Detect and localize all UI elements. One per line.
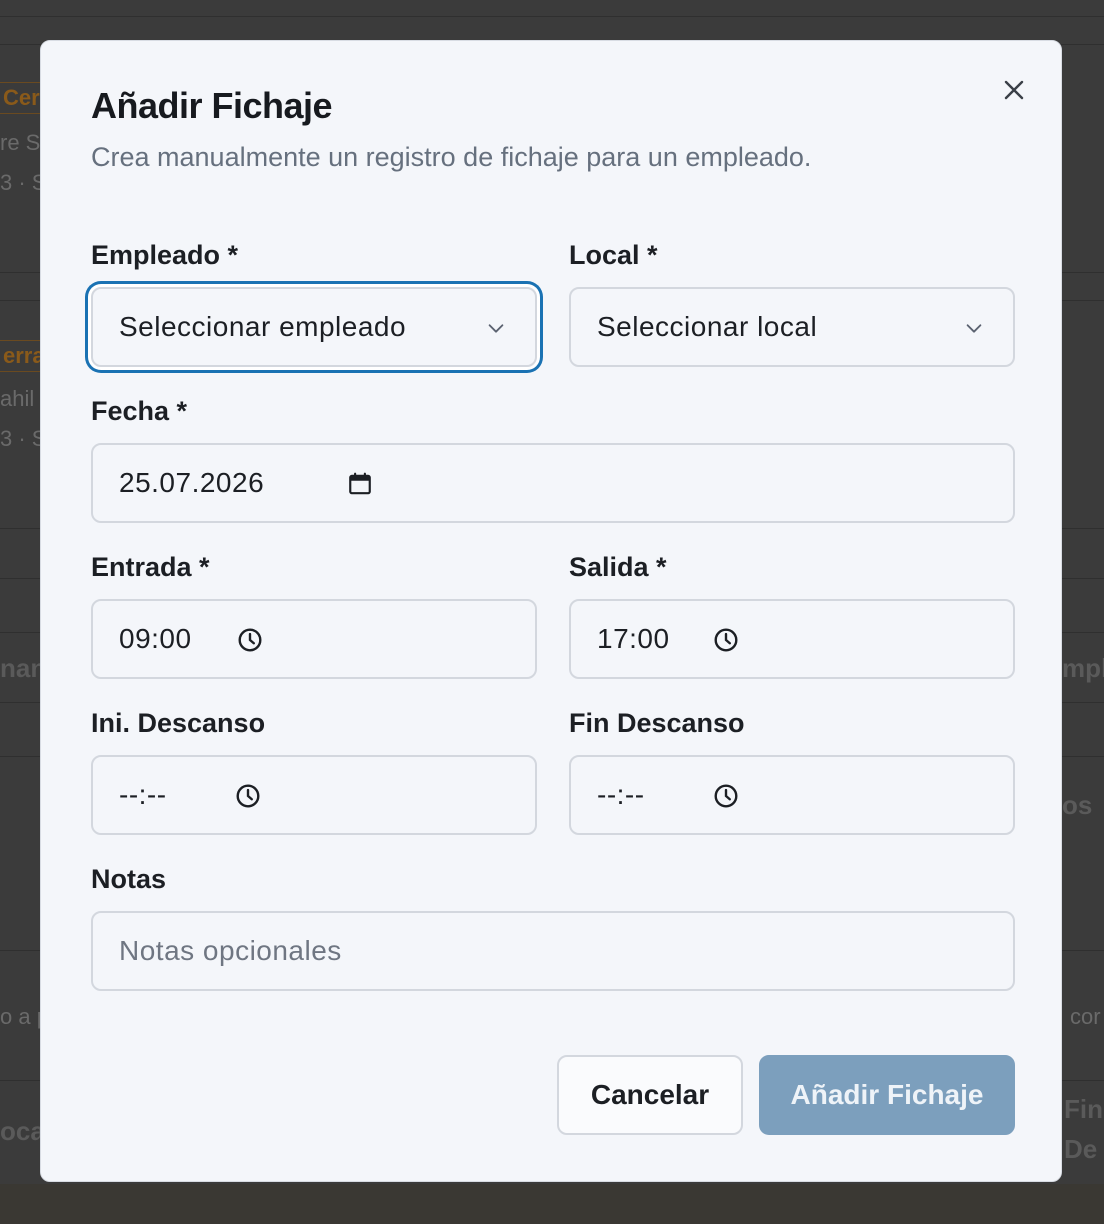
- local-select-value: Seleccionar local: [597, 311, 818, 342]
- close-button[interactable]: [999, 75, 1029, 105]
- salida-value: 17:00: [597, 623, 670, 654]
- salida-label: Salida *: [569, 552, 667, 582]
- clock-icon[interactable]: [713, 627, 739, 653]
- cancel-button[interactable]: Cancelar: [557, 1055, 743, 1135]
- entrada-value: 09:00: [119, 623, 192, 654]
- bg-fragment: ahil: [0, 386, 35, 411]
- ini-descanso-label: Ini. Descanso: [91, 708, 266, 738]
- local-select[interactable]: Seleccionar local: [569, 287, 1015, 367]
- salida-time-input[interactable]: 17:00: [569, 599, 1015, 679]
- bg-fragment: Cer: [0, 82, 45, 114]
- clock-icon[interactable]: [235, 783, 261, 809]
- chevron-down-icon: [966, 324, 982, 333]
- fecha-value: 25.07.2026: [119, 467, 265, 498]
- bg-fragment: mpl: [1062, 653, 1104, 683]
- clock-icon[interactable]: [237, 627, 263, 653]
- entrada-label: Entrada *: [91, 552, 210, 582]
- dialog-title: Añadir Fichaje: [91, 85, 333, 126]
- notas-placeholder: Notas opcionales: [119, 935, 342, 966]
- local-label: Local *: [569, 240, 658, 270]
- chevron-down-icon: [488, 324, 504, 333]
- add-fichaje-dialog: Añadir Fichaje Crea manualmente un regis…: [40, 40, 1062, 1182]
- fin-descanso-value: --:--: [597, 779, 645, 810]
- bg-fragment: re S: [0, 130, 41, 155]
- notas-label: Notas: [91, 864, 167, 894]
- bg-fragment: os: [1062, 790, 1093, 820]
- add-fichaje-button[interactable]: Añadir Fichaje: [759, 1055, 1015, 1135]
- fecha-date-input[interactable]: 25.07.2026: [91, 443, 1015, 523]
- fin-descanso-label: Fin Descanso: [569, 708, 745, 738]
- calendar-icon[interactable]: [347, 471, 373, 497]
- notas-input[interactable]: Notas opcionales: [91, 911, 1015, 991]
- empleado-select[interactable]: Seleccionar empleado: [91, 287, 537, 367]
- fin-descanso-time-input[interactable]: --:--: [569, 755, 1015, 835]
- bg-fragment: Fin: [1064, 1094, 1103, 1124]
- bg-fragment: De: [1064, 1134, 1098, 1164]
- dialog-subtitle: Crea manualmente un registro de fichaje …: [91, 142, 812, 172]
- clock-icon[interactable]: [713, 783, 739, 809]
- ini-descanso-time-input[interactable]: --:--: [91, 755, 537, 835]
- entrada-time-input[interactable]: 09:00: [91, 599, 537, 679]
- bg-fragment: cor: [1070, 1004, 1101, 1029]
- empleado-select-value: Seleccionar empleado: [119, 311, 407, 342]
- empleado-label: Empleado *: [91, 240, 239, 270]
- close-icon: [1004, 80, 1024, 100]
- ini-descanso-value: --:--: [119, 779, 167, 810]
- fecha-label: Fecha *: [91, 396, 188, 426]
